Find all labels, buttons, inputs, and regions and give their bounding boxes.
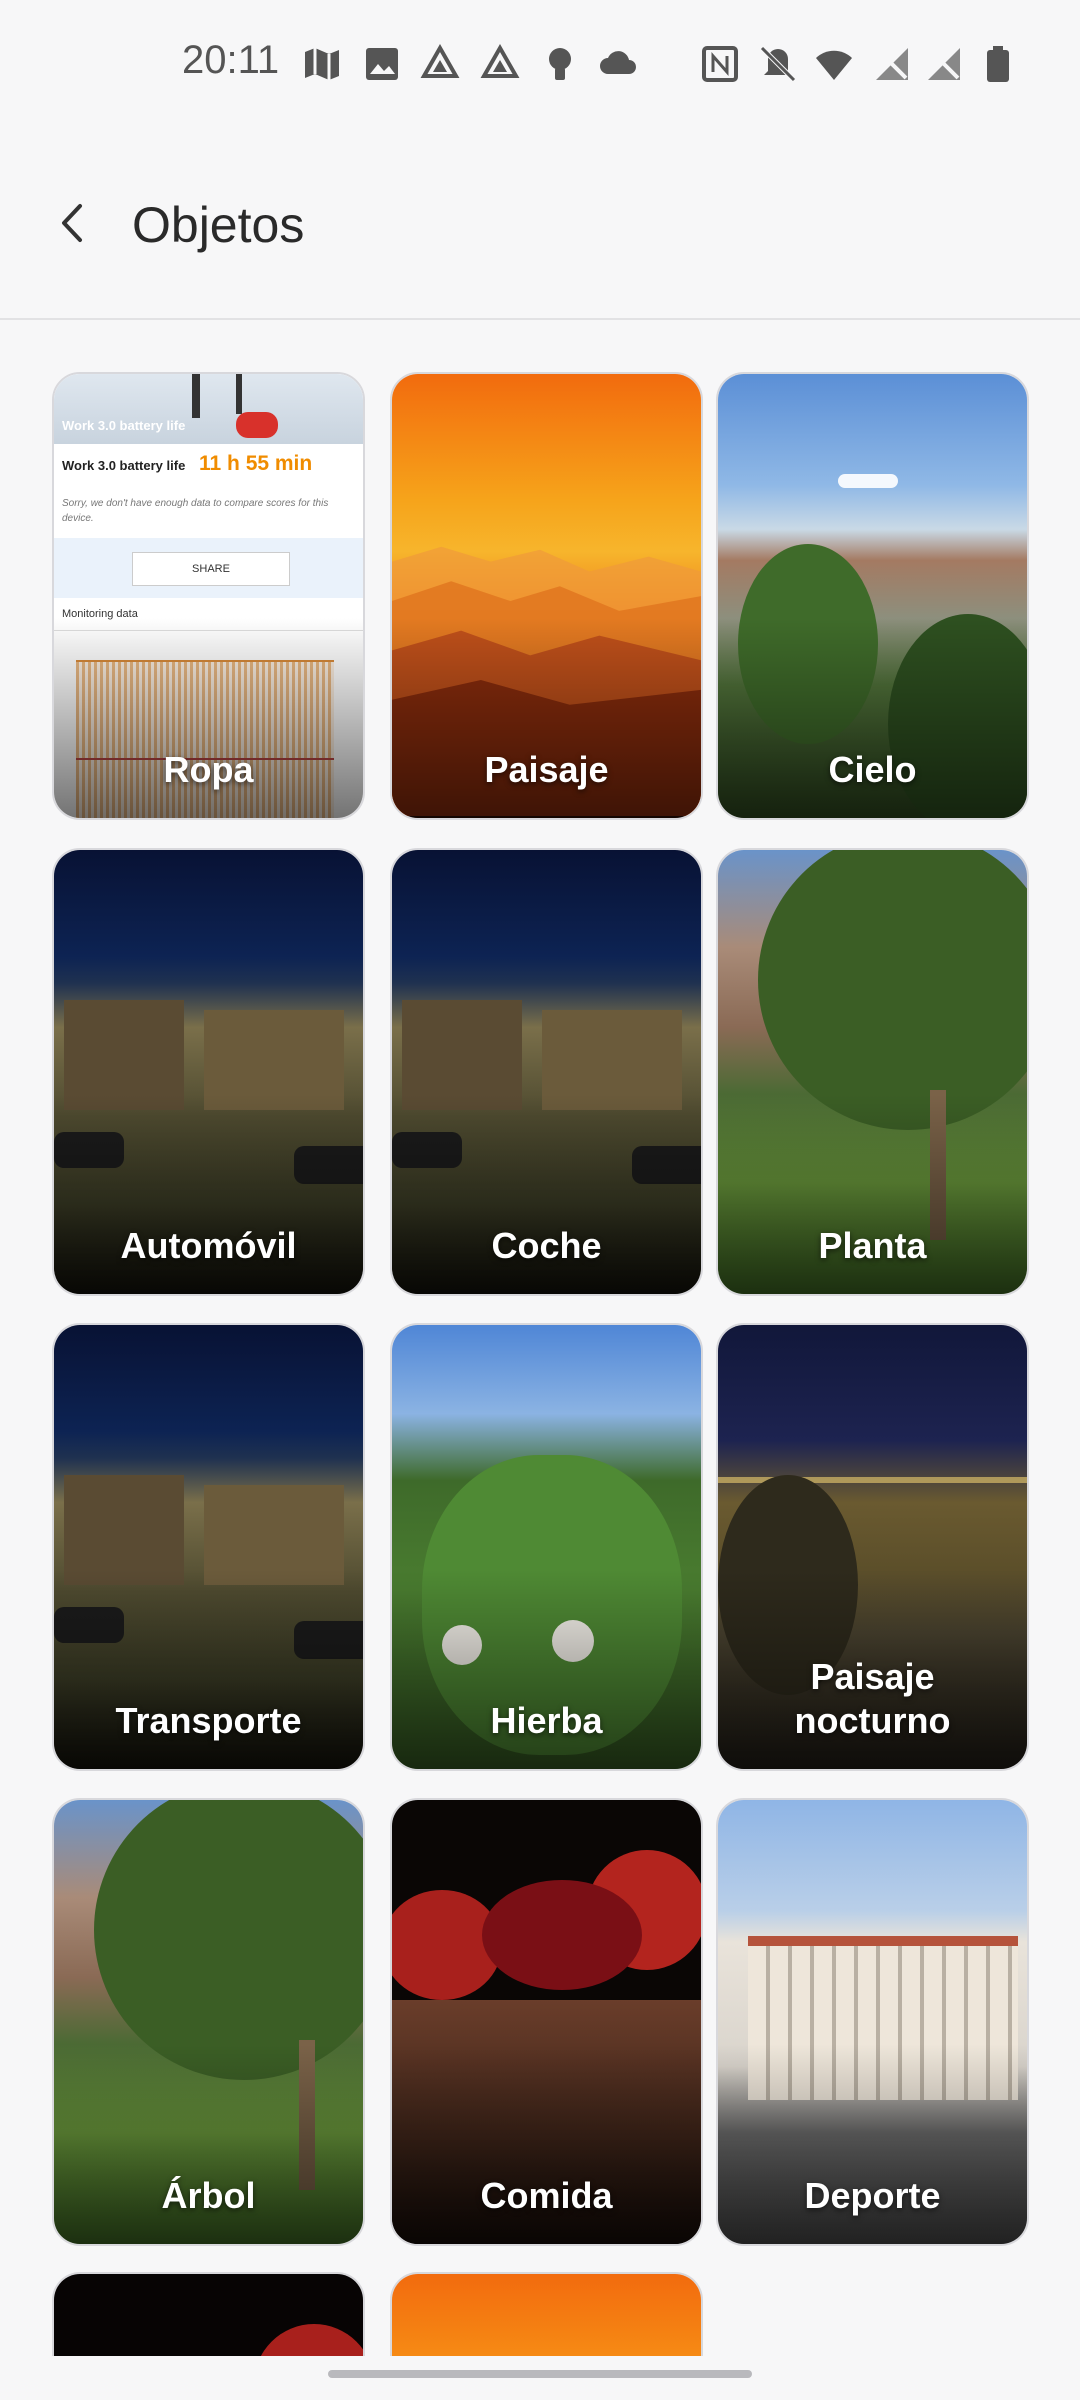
cloud-icon	[600, 51, 636, 74]
category-tile-paisaje-nocturno[interactable]: Paisaje nocturno	[716, 1323, 1029, 1771]
page-title: Objetos	[132, 197, 305, 253]
ropa-share: SHARE	[132, 552, 290, 586]
battery-icon	[987, 46, 1009, 82]
drive-icon	[480, 44, 520, 78]
category-tile-deporte[interactable]: Deporte	[716, 1798, 1029, 2246]
no-signal-icon	[928, 48, 960, 80]
category-tile-cielo[interactable]: Cielo	[716, 372, 1029, 820]
category-label: Ropa	[163, 749, 254, 790]
wifi-icon	[816, 50, 852, 80]
category-label: Deporte	[804, 2175, 941, 2216]
status-bar: 20:11	[0, 0, 1080, 130]
back-arrow-icon[interactable]	[50, 200, 96, 246]
category-label: Comida	[480, 2175, 613, 2216]
category-tile-paisaje[interactable]: Paisaje	[390, 372, 703, 820]
ropa-note: Sorry, we don't have enough data to comp…	[62, 498, 329, 524]
category-label: Hierba	[490, 1700, 603, 1741]
bulb-icon	[549, 48, 571, 80]
category-tile-transporte[interactable]: Transporte	[52, 1323, 365, 1771]
category-label: Planta	[818, 1225, 927, 1266]
category-label: Coche	[491, 1225, 602, 1266]
category-label: Cielo	[828, 749, 917, 790]
drive-icon	[420, 44, 460, 78]
ropa-metric-label: Work 3.0 battery life	[62, 458, 186, 473]
category-label: Transporte	[115, 1700, 302, 1741]
gesture-handle[interactable]	[328, 2370, 752, 2378]
ropa-banner: Work 3.0 battery life	[62, 418, 186, 433]
nfc-icon	[702, 46, 738, 82]
status-time: 20:11	[182, 38, 280, 82]
category-tile-ropa[interactable]: Work 3.0 battery life Work 3.0 battery l…	[52, 372, 365, 820]
category-label: Paisaje	[484, 749, 609, 790]
no-signal-icon	[876, 48, 908, 80]
category-label: Árbol	[161, 2175, 256, 2216]
category-tile-arbol[interactable]: Árbol	[52, 1798, 365, 2246]
maps-icon	[305, 48, 339, 80]
category-tile-partial[interactable]	[390, 2272, 703, 2356]
category-tile-comida[interactable]: Comida	[390, 1798, 703, 2246]
category-label: Automóvil	[120, 1225, 297, 1266]
category-label: Paisaje nocturno	[794, 1656, 951, 1741]
category-tile-hierba[interactable]: Hierba	[390, 1323, 703, 1771]
mute-icon	[760, 46, 796, 82]
category-tile-automovil[interactable]: Automóvil	[52, 848, 365, 1296]
image-icon	[366, 48, 398, 80]
category-tile-coche[interactable]: Coche	[390, 848, 703, 1296]
category-tile-partial[interactable]	[52, 2272, 365, 2356]
ropa-metric-value: 11 h 55 min	[199, 452, 313, 475]
category-tile-planta[interactable]: Planta	[716, 848, 1029, 1296]
